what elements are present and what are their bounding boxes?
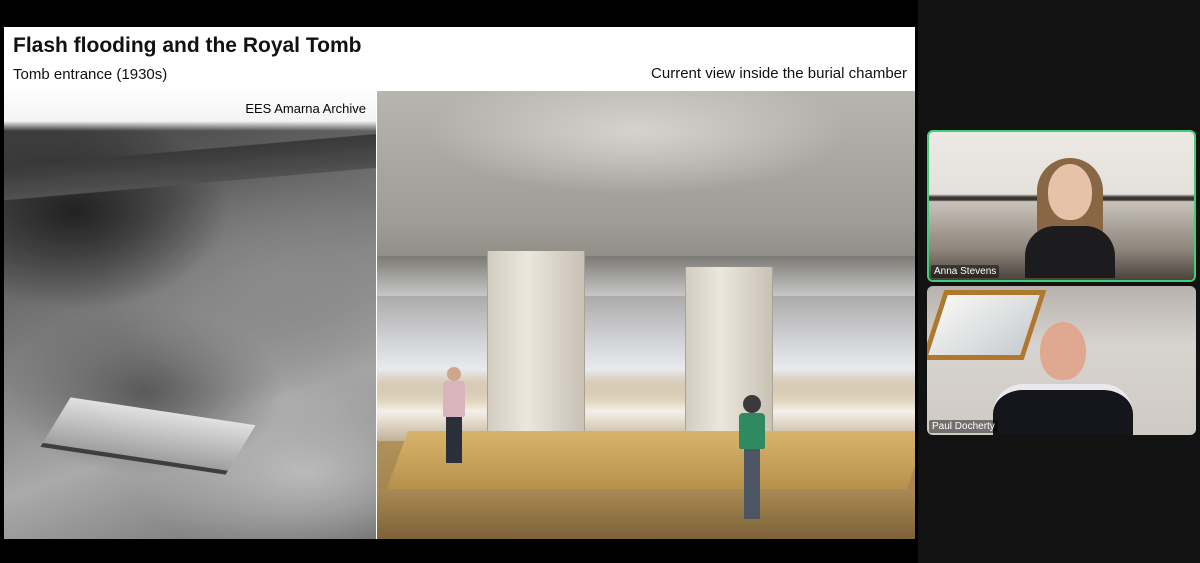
- wooden-platform: [386, 431, 915, 491]
- tomb-entrance-archive-photo: EES Amarna Archive: [4, 91, 376, 539]
- chamber-floor: [377, 489, 915, 539]
- participant-video-person: [993, 322, 1133, 435]
- participant-video-tile-paul[interactable]: Paul Docherty: [927, 286, 1196, 435]
- slide-title: Flash flooding and the Royal Tomb: [13, 34, 362, 57]
- tomb-entrance-trench: [40, 397, 256, 475]
- burial-chamber-photo: [377, 91, 915, 539]
- participant-name-label: Anna Stevens: [931, 265, 1000, 278]
- participant-name-label: Paul Docherty: [929, 420, 998, 433]
- right-photo-caption: Current view inside the burial chamber: [651, 65, 907, 82]
- participant-video-tile-anna[interactable]: Anna Stevens: [927, 130, 1196, 282]
- presentation-slide: Flash flooding and the Royal Tomb Tomb e…: [4, 27, 915, 539]
- archive-credit: EES Amarna Archive: [245, 101, 366, 116]
- shared-screen: Flash flooding and the Royal Tomb Tomb e…: [0, 0, 918, 563]
- visitor-figure: [739, 395, 765, 519]
- chamber-ceiling-edge: [377, 256, 915, 296]
- mountain-ridge: [4, 121, 376, 201]
- left-photo-caption: Tomb entrance (1930s): [13, 66, 168, 83]
- participant-video-person: [1025, 156, 1115, 278]
- visitor-figure: [443, 367, 465, 463]
